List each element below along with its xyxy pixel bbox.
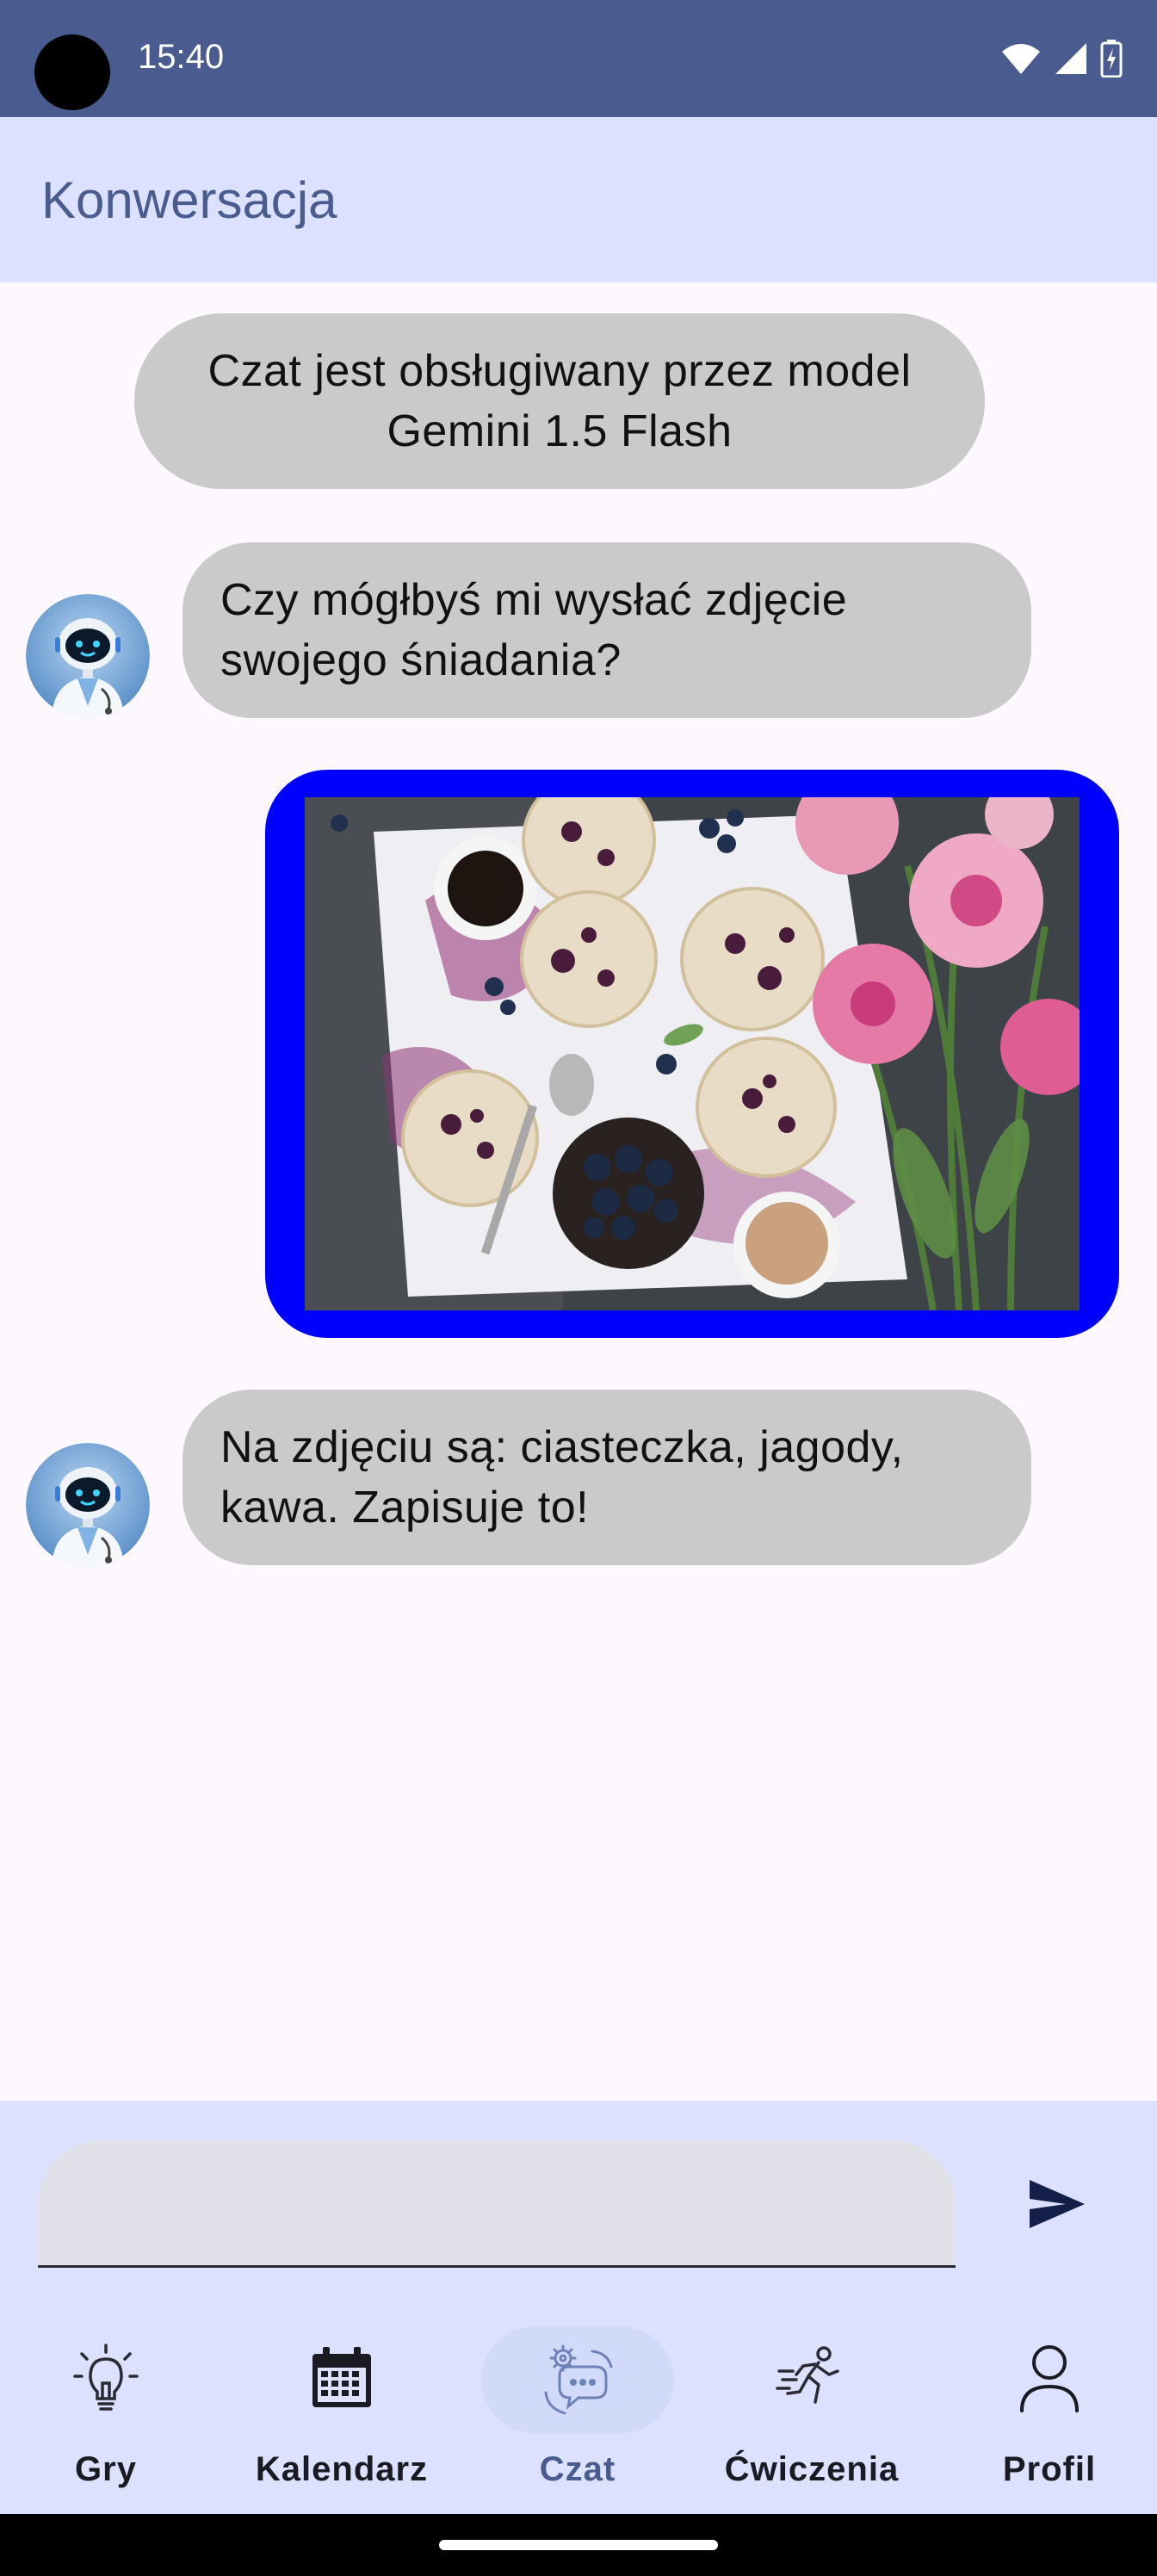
chat-icon <box>544 2344 613 2415</box>
status-icons <box>1000 38 1123 79</box>
wifi-icon <box>1002 44 1040 74</box>
battery-icon <box>1100 40 1123 77</box>
nav-label: Czat <box>539 2450 616 2488</box>
lightbulb-icon <box>73 2344 139 2411</box>
home-indicator[interactable] <box>439 2540 718 2550</box>
status-time: 15:40 <box>138 38 225 76</box>
bottom-navigation: Gry Kalendarz Czat Ćwiczenia Profil <box>0 2307 1157 2514</box>
breakfast-photo[interactable] <box>305 797 1080 1310</box>
running-icon <box>776 2346 839 2404</box>
user-image-message[interactable] <box>265 770 1119 1338</box>
bot-message: Czy mógłbyś mi wysłać zdjęcie swojego śn… <box>183 542 1031 718</box>
nav-label: Profil <box>1002 2450 1097 2488</box>
robot-doctor-icon <box>26 1443 150 1567</box>
message-input[interactable] <box>38 2140 956 2268</box>
robot-doctor-icon <box>26 594 150 718</box>
calendar-icon <box>312 2347 371 2407</box>
message-composer <box>0 2101 1157 2307</box>
bot-avatar <box>26 594 150 718</box>
nav-item-profil[interactable]: Profil <box>933 2307 1157 2514</box>
bot-message: Na zdjęciu są: ciasteczka, jagody, kawa.… <box>183 1390 1031 1565</box>
gesture-bar <box>0 2514 1157 2576</box>
send-button[interactable] <box>1016 2163 1098 2245</box>
app-bar: Konwersacja <box>0 117 1157 282</box>
signal-icon <box>1055 43 1086 74</box>
send-icon <box>1030 2180 1085 2228</box>
nav-label: Ćwiczenia <box>724 2450 900 2488</box>
bot-avatar <box>26 1443 150 1567</box>
nav-item-czat[interactable]: Czat <box>461 2307 694 2514</box>
system-message: Czat jest obsługiwany przez model Gemini… <box>134 313 985 489</box>
nav-label: Gry <box>75 2450 137 2488</box>
camera-cutout <box>34 34 110 110</box>
person-icon <box>1020 2345 1079 2412</box>
nav-item-gry[interactable]: Gry <box>0 2307 222 2514</box>
page-title: Konwersacja <box>41 171 337 229</box>
nav-item-kalendarz[interactable]: Kalendarz <box>226 2307 458 2514</box>
status-bar: 15:40 <box>0 0 1157 117</box>
nav-item-cwiczenia[interactable]: Ćwiczenia <box>696 2307 928 2514</box>
nav-label: Kalendarz <box>255 2450 429 2488</box>
